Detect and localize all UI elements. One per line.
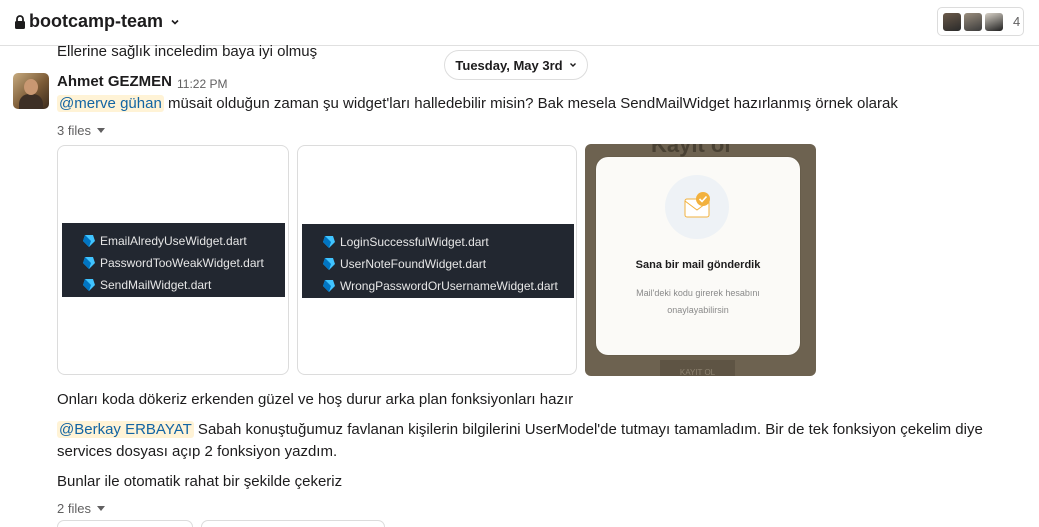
envelope-check-icon — [684, 192, 710, 218]
file-row: UserNoteFoundWidget.dart — [322, 253, 574, 275]
file-attachment[interactable] — [57, 520, 193, 527]
member-avatar — [942, 11, 962, 32]
files-count: 2 files — [57, 501, 91, 516]
message-text: Bunlar ile otomatik rahat bir şekilde çe… — [57, 473, 343, 490]
lock-icon — [15, 14, 25, 29]
message-text: @merve gühan müsait olduğun zaman şu wid… — [57, 93, 1027, 115]
dart-icon — [83, 279, 95, 291]
member-avatar — [984, 11, 1004, 32]
file-name: EmailAlredyUseWidget.dart — [100, 234, 247, 248]
channel-header: bootcamp-team 4 — [0, 0, 1039, 46]
file-name: SendMailWidget.dart — [100, 278, 212, 292]
file-row: LoginSuccessfulWidget.dart — [322, 231, 574, 253]
channel-name-button[interactable]: bootcamp-team — [14, 11, 180, 32]
author-name[interactable]: Ahmet GEZMEN — [57, 73, 172, 90]
author-avatar[interactable] — [13, 73, 49, 109]
file-name: WrongPasswordOrUsernameWidget.dart — [340, 279, 558, 293]
dart-icon — [323, 258, 335, 270]
channel-title: bootcamp-team — [29, 11, 164, 31]
file-name: UserNoteFoundWidget.dart — [340, 257, 487, 271]
code-screenshot: LoginSuccessfulWidget.dart UserNoteFound… — [302, 224, 574, 298]
chevron-down-icon — [569, 63, 576, 67]
file-row: WrongPasswordOrUsernameWidget.dart — [322, 275, 574, 297]
file-row: SendMailWidget.dart — [82, 274, 285, 296]
modal-subtitle: Mail'deki kodu girerek hesabını onaylaya… — [636, 288, 760, 315]
code-screenshot: EmailAlredyUseWidget.dart PasswordTooWea… — [62, 223, 285, 297]
member-count: 4 — [1013, 14, 1021, 29]
file-name: PasswordTooWeakWidget.dart — [100, 256, 264, 270]
file-name: LoginSuccessfulWidget.dart — [340, 235, 489, 249]
file-attachment[interactable]: LoginSuccessfulWidget.dart UserNoteFound… — [297, 145, 577, 375]
image-attachment[interactable]: Kayıt ol Sana bir mail gönderdik Mail'de… — [585, 144, 816, 376]
date-label: Tuesday, May 3rd — [455, 57, 563, 73]
avatar-body — [19, 94, 43, 109]
email-sent-modal: Sana bir mail gönderdik Mail'deki kodu g… — [596, 157, 800, 355]
dart-icon — [83, 235, 95, 247]
mail-illustration — [665, 175, 729, 239]
avatar-face — [24, 79, 38, 95]
member-avatar — [963, 11, 983, 32]
message-timestamp[interactable]: 11:22 PM — [177, 77, 227, 91]
caret-down-icon — [96, 506, 105, 511]
modal-title: Sana bir mail gönderdik — [635, 259, 761, 271]
user-mention[interactable]: @Berkay ERBAYAT — [57, 421, 194, 438]
date-divider-button[interactable]: Tuesday, May 3rd — [444, 50, 588, 80]
file-attachment[interactable] — [201, 520, 385, 527]
message-text: Ellerine sağlık inceledim baya iyi olmuş — [57, 43, 318, 60]
user-mention[interactable]: @merve gühan — [57, 95, 164, 112]
chevron-down-icon — [171, 19, 179, 25]
file-row: EmailAlredyUseWidget.dart — [82, 230, 285, 252]
files-toggle[interactable]: 2 files — [57, 501, 105, 516]
members-button[interactable]: 4 — [937, 7, 1024, 36]
register-button: KAYIT OL — [660, 360, 735, 376]
message-text: Onları koda dökeriz erkenden güzel ve ho… — [57, 391, 574, 408]
caret-down-icon — [96, 128, 105, 133]
message-body: Sabah konuştuğumuz favlanan kişilerin bi… — [57, 421, 983, 460]
dart-icon — [323, 280, 335, 292]
message-body: müsait olduğun zaman şu widget'ları hall… — [163, 95, 898, 112]
file-row: PasswordTooWeakWidget.dart — [82, 252, 285, 274]
files-toggle[interactable]: 3 files — [57, 123, 105, 138]
message-text: @Berkay ERBAYAT Sabah konuştuğumuz favla… — [57, 419, 1027, 463]
dart-icon — [83, 257, 95, 269]
file-attachment[interactable]: EmailAlredyUseWidget.dart PasswordTooWea… — [57, 145, 289, 375]
files-count: 3 files — [57, 123, 91, 138]
dart-icon — [323, 236, 335, 248]
